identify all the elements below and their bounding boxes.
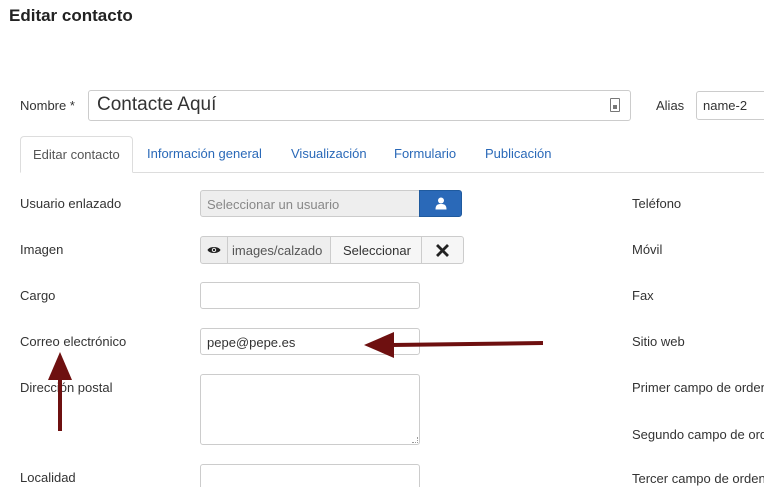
website-label: Sitio web: [632, 334, 685, 349]
lock-icon: [610, 98, 620, 112]
tab-publishing[interactable]: Publicación: [473, 136, 564, 172]
city-input[interactable]: [200, 464, 420, 487]
image-label: Imagen: [20, 242, 64, 257]
tab-form[interactable]: Formulario: [382, 136, 468, 172]
email-input[interactable]: pepe@pepe.es: [200, 328, 420, 355]
name-input[interactable]: Contacte Aquí: [88, 90, 631, 121]
mobile-label: Móvil: [632, 242, 663, 257]
image-clear-button[interactable]: [421, 236, 464, 264]
fax-label: Fax: [632, 288, 654, 303]
eye-icon: [207, 247, 221, 253]
alias-label: Alias: [656, 98, 685, 113]
page-title: Editar contacto: [9, 6, 133, 25]
address-label: Dirección postal: [20, 380, 113, 395]
resize-grip-icon[interactable]: [412, 437, 418, 443]
user-icon: [435, 197, 447, 210]
position-input[interactable]: [200, 282, 420, 309]
sort3-label: Tercer campo de orden: [632, 471, 764, 486]
close-icon: [436, 244, 449, 257]
phone-label: Teléfono: [632, 196, 682, 211]
tab-edit-contact[interactable]: Editar contacto: [20, 136, 133, 173]
alias-input[interactable]: name-2: [696, 91, 764, 120]
city-label: Localidad: [20, 470, 76, 485]
linked-user-label: Usuario enlazado: [20, 196, 122, 211]
image-path-field: images/calzado: [227, 236, 331, 264]
position-label: Cargo: [20, 288, 56, 303]
sort1-label: Primer campo de orden: [632, 380, 764, 395]
tab-bar: Editar contacto Información general Visu…: [20, 136, 764, 173]
image-select-button[interactable]: Seleccionar: [330, 236, 422, 264]
linked-user-input[interactable]: Seleccionar un usuario: [200, 190, 420, 217]
tab-display[interactable]: Visualización: [279, 136, 379, 172]
edit-contact-page: Editar contacto Nombre * Contacte Aquí A…: [0, 0, 764, 487]
tab-general-info[interactable]: Información general: [135, 136, 274, 172]
select-user-button[interactable]: [419, 190, 462, 217]
address-textarea[interactable]: [200, 374, 420, 445]
name-value: Contacte Aquí: [97, 94, 217, 115]
image-preview-button[interactable]: [200, 236, 228, 264]
email-label: Correo electrónico: [20, 334, 127, 349]
name-label: Nombre *: [20, 98, 75, 113]
sort2-label: Segundo campo de orden: [632, 427, 764, 442]
